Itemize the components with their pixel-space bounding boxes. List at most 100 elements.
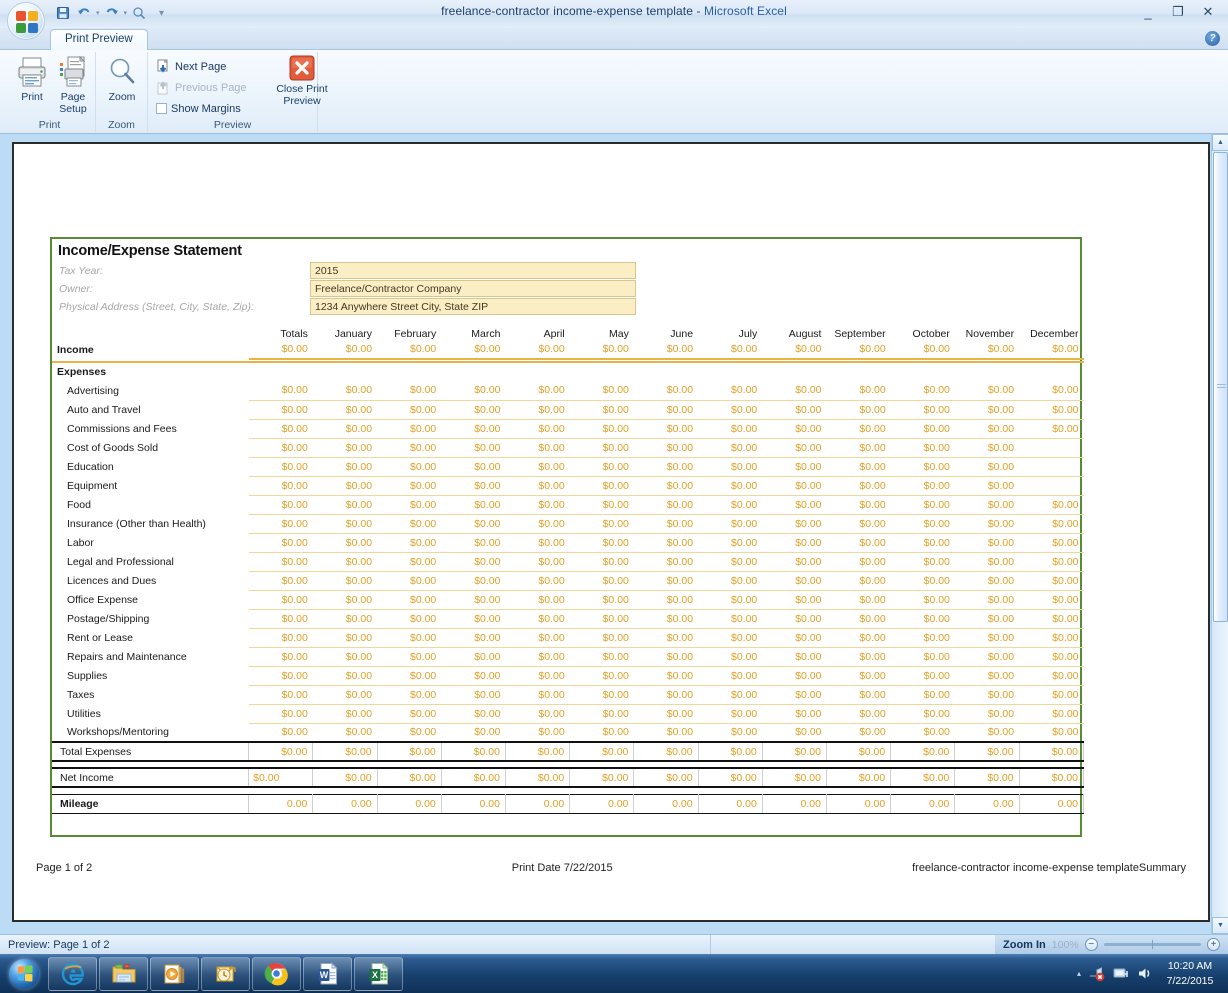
tax-year-value[interactable]: 2015 <box>310 262 636 279</box>
cell-september[interactable]: $0.00 <box>826 571 891 591</box>
cell-totals[interactable]: $0.00 <box>248 685 313 705</box>
cell-january[interactable]: $0.00 <box>312 741 378 762</box>
cell-february[interactable]: $0.00 <box>377 533 442 553</box>
cell-november[interactable]: $0.00 <box>954 647 1020 667</box>
cell-november[interactable]: $0.00 <box>954 381 1020 401</box>
cell-july[interactable]: $0.00 <box>698 438 763 458</box>
cell-july[interactable]: $0.00 <box>698 340 763 360</box>
cell-august[interactable]: $0.00 <box>762 666 827 686</box>
cell-june[interactable]: $0.00 <box>633 340 699 360</box>
cell-may[interactable]: $0.00 <box>569 723 634 743</box>
cell-december[interactable] <box>1019 457 1084 477</box>
cell-may[interactable]: $0.00 <box>569 533 634 553</box>
cell-january[interactable]: $0.00 <box>312 767 378 788</box>
cell-january[interactable]: $0.00 <box>312 514 378 534</box>
cell-march[interactable]: $0.00 <box>441 647 506 667</box>
cell-september[interactable]: $0.00 <box>826 476 891 496</box>
cell-june[interactable]: $0.00 <box>633 685 699 705</box>
cell-march[interactable]: $0.00 <box>441 495 506 515</box>
cell-january[interactable]: $0.00 <box>312 340 378 360</box>
cell-may[interactable]: 0.00 <box>569 793 635 814</box>
cell-january[interactable]: $0.00 <box>312 552 378 572</box>
cell-may[interactable]: $0.00 <box>569 514 634 534</box>
cell-august[interactable]: $0.00 <box>762 609 827 629</box>
taskbar-item-media-player[interactable] <box>150 956 199 991</box>
cell-totals[interactable]: $0.00 <box>248 552 313 572</box>
cell-october[interactable]: $0.00 <box>890 609 955 629</box>
cell-march[interactable]: $0.00 <box>441 704 506 724</box>
cell-november[interactable]: $0.00 <box>954 666 1020 686</box>
scroll-up-arrow-icon[interactable]: ▲ <box>1212 134 1228 151</box>
cell-may[interactable]: $0.00 <box>569 419 634 439</box>
cell-february[interactable]: $0.00 <box>376 767 442 788</box>
cell-september[interactable]: $0.00 <box>826 419 891 439</box>
cell-february[interactable]: $0.00 <box>377 571 442 591</box>
redo-icon[interactable] <box>103 4 121 22</box>
cell-january[interactable]: $0.00 <box>312 457 378 477</box>
cell-october[interactable]: $0.00 <box>890 381 955 401</box>
cell-april[interactable]: $0.00 <box>505 723 570 743</box>
cell-september[interactable]: $0.00 <box>826 590 891 610</box>
cell-january[interactable]: $0.00 <box>312 400 378 420</box>
cell-july[interactable]: $0.00 <box>698 533 763 553</box>
cell-october[interactable]: $0.00 <box>890 647 955 667</box>
cell-february[interactable]: $0.00 <box>377 514 442 534</box>
cell-october[interactable]: $0.00 <box>890 340 955 360</box>
cell-october[interactable]: $0.00 <box>890 666 955 686</box>
cell-september[interactable]: $0.00 <box>825 741 892 762</box>
cell-august[interactable]: $0.00 <box>762 514 827 534</box>
cell-october[interactable]: $0.00 <box>890 514 955 534</box>
cell-september[interactable]: $0.00 <box>826 609 891 629</box>
cell-december[interactable]: $0.00 <box>1019 340 1084 360</box>
customize-qat-icon[interactable]: ▾ <box>159 8 164 19</box>
cell-november[interactable]: 0.00 <box>954 793 1020 814</box>
cell-may[interactable]: $0.00 <box>569 628 634 648</box>
cell-july[interactable]: 0.00 <box>697 793 763 814</box>
cell-june[interactable]: $0.00 <box>633 514 699 534</box>
taskbar-item-microsoft-excel[interactable]: X <box>354 956 403 991</box>
cell-june[interactable]: $0.00 <box>633 438 699 458</box>
cell-january[interactable]: $0.00 <box>312 685 378 705</box>
cell-october[interactable]: $0.00 <box>890 685 955 705</box>
cell-totals[interactable]: $0.00 <box>248 340 313 360</box>
cell-august[interactable]: $0.00 <box>761 741 827 762</box>
close-button[interactable]: ✕ <box>1194 2 1222 22</box>
cell-december[interactable]: $0.00 <box>1019 590 1084 610</box>
cell-june[interactable]: $0.00 <box>633 419 699 439</box>
cell-july[interactable]: $0.00 <box>698 666 763 686</box>
cell-april[interactable]: $0.00 <box>505 457 570 477</box>
cell-june[interactable]: $0.00 <box>633 647 699 667</box>
cell-april[interactable]: $0.00 <box>505 514 570 534</box>
help-icon[interactable]: ? <box>1205 31 1220 46</box>
cell-september[interactable]: $0.00 <box>826 381 891 401</box>
cell-april[interactable]: $0.00 <box>504 741 571 762</box>
cell-september[interactable]: $0.00 <box>826 685 891 705</box>
cell-may[interactable]: $0.00 <box>569 476 634 496</box>
cell-totals[interactable]: $0.00 <box>248 457 313 477</box>
cell-december[interactable]: $0.00 <box>1019 400 1084 420</box>
cell-april[interactable]: $0.00 <box>505 495 570 515</box>
cell-december[interactable]: $0.00 <box>1019 419 1084 439</box>
minimize-button[interactable]: _ <box>1134 2 1162 22</box>
cell-july[interactable]: $0.00 <box>698 590 763 610</box>
cell-totals[interactable]: $0.00 <box>248 590 313 610</box>
cell-january[interactable]: $0.00 <box>312 628 378 648</box>
cell-june[interactable]: $0.00 <box>633 571 699 591</box>
cell-january[interactable]: $0.00 <box>312 647 378 667</box>
cell-august[interactable]: $0.00 <box>762 457 827 477</box>
cell-august[interactable]: $0.00 <box>762 723 827 743</box>
undo-dropdown-icon[interactable]: ▾ <box>96 9 100 17</box>
cell-november[interactable]: $0.00 <box>954 767 1020 788</box>
cell-march[interactable]: $0.00 <box>440 767 506 788</box>
cell-march[interactable]: $0.00 <box>441 533 506 553</box>
cell-july[interactable]: $0.00 <box>698 476 763 496</box>
cell-august[interactable]: $0.00 <box>762 533 827 553</box>
taskbar-item-outlook[interactable] <box>201 956 250 991</box>
cell-december[interactable] <box>1019 476 1084 496</box>
cell-totals[interactable]: $0.00 <box>248 723 313 743</box>
cell-october[interactable]: $0.00 <box>890 533 955 553</box>
cell-march[interactable]: $0.00 <box>441 514 506 534</box>
cell-november[interactable]: $0.00 <box>954 457 1020 477</box>
cell-december[interactable]: $0.00 <box>1019 685 1084 705</box>
cell-totals[interactable]: $0.00 <box>248 741 314 762</box>
